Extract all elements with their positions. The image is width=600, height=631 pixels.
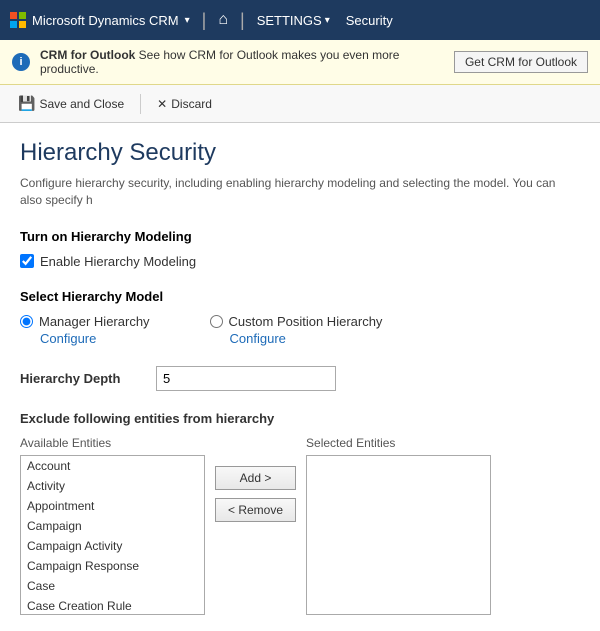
selected-entities-listbox[interactable] (306, 455, 491, 615)
action-buttons: Add > < Remove (215, 436, 296, 522)
available-entities-list: Account Activity Appointment Campaign Ca… (21, 456, 204, 615)
entities-container: Available Entities Account Activity Appo… (20, 436, 580, 615)
nav-divider-1: | (202, 10, 207, 31)
available-entities-wrapper: Available Entities Account Activity Appo… (20, 436, 205, 615)
entity-item-campaign-response[interactable]: Campaign Response (21, 556, 204, 576)
crm-banner-text: CRM for Outlook See how CRM for Outlook … (40, 48, 444, 76)
manager-hierarchy-label[interactable]: Manager Hierarchy (39, 314, 150, 329)
toolbar-separator (140, 94, 141, 114)
page-description: Configure hierarchy security, including … (20, 175, 580, 209)
radio-group: Manager Hierarchy Configure Custom Posit… (20, 314, 580, 346)
manager-hierarchy-row: Manager Hierarchy (20, 314, 150, 329)
hierarchy-depth-label: Hierarchy Depth (20, 371, 140, 386)
nav-logo[interactable]: Microsoft Dynamics CRM ▾ (10, 12, 190, 28)
entity-item-case-creation-rule[interactable]: Case Creation Rule (21, 596, 204, 615)
nav-settings-chevron: ▾ (325, 15, 330, 26)
page-title: Hierarchy Security (20, 139, 580, 167)
entity-item-appointment[interactable]: Appointment (21, 496, 204, 516)
nav-home-button[interactable]: ⌂ (218, 11, 228, 29)
selected-entities-wrapper: Selected Entities (306, 436, 491, 615)
enable-hierarchy-row: Enable Hierarchy Modeling (20, 254, 580, 269)
available-entities-listbox[interactable]: Account Activity Appointment Campaign Ca… (20, 455, 205, 615)
hierarchy-depth-input[interactable] (156, 366, 336, 391)
entity-item-account[interactable]: Account (21, 456, 204, 476)
custom-position-radio[interactable] (210, 315, 223, 328)
nav-security-label: Security (346, 13, 393, 28)
nav-settings-menu[interactable]: SETTINGS ▾ (257, 13, 330, 28)
toolbar: 💾 Save and Close ✕ Discard (0, 85, 600, 123)
get-crm-outlook-button[interactable]: Get CRM for Outlook (454, 51, 588, 73)
nav-bar: Microsoft Dynamics CRM ▾ | ⌂ | SETTINGS … (0, 0, 600, 40)
entities-section-header: Exclude following entities from hierarch… (20, 411, 580, 426)
select-model-header: Select Hierarchy Model (20, 289, 580, 304)
info-icon: i (12, 53, 30, 71)
custom-position-row: Custom Position Hierarchy (210, 314, 383, 329)
entity-item-case[interactable]: Case (21, 576, 204, 596)
save-icon: 💾 (18, 95, 35, 112)
manager-configure-link[interactable]: Configure (40, 331, 150, 346)
entity-item-campaign-activity[interactable]: Campaign Activity (21, 536, 204, 556)
enable-hierarchy-label[interactable]: Enable Hierarchy Modeling (40, 254, 196, 269)
custom-configure-link[interactable]: Configure (230, 331, 383, 346)
custom-position-option: Custom Position Hierarchy Configure (210, 314, 383, 346)
save-and-close-button[interactable]: 💾 Save and Close (10, 91, 132, 116)
save-close-label: Save and Close (39, 97, 124, 111)
manager-hierarchy-radio[interactable] (20, 315, 33, 328)
enable-hierarchy-checkbox[interactable] (20, 254, 34, 268)
custom-position-label[interactable]: Custom Position Hierarchy (229, 314, 383, 329)
crm-banner: i CRM for Outlook See how CRM for Outloo… (0, 40, 600, 85)
hierarchy-modeling-header: Turn on Hierarchy Modeling (20, 229, 580, 244)
discard-label: Discard (171, 97, 212, 111)
nav-logo-chevron[interactable]: ▾ (185, 15, 190, 26)
discard-icon: ✕ (157, 97, 167, 111)
add-button[interactable]: Add > (215, 466, 296, 490)
hierarchy-depth-row: Hierarchy Depth (20, 366, 580, 391)
entity-item-activity[interactable]: Activity (21, 476, 204, 496)
selected-entities-label: Selected Entities (306, 436, 491, 450)
nav-settings-label: SETTINGS (257, 13, 322, 28)
remove-button[interactable]: < Remove (215, 498, 296, 522)
nav-divider-2: | (240, 10, 245, 31)
discard-button[interactable]: ✕ Discard (149, 93, 220, 115)
main-content: Hierarchy Security Configure hierarchy s… (0, 123, 600, 631)
nav-logo-text: Microsoft Dynamics CRM (32, 13, 179, 28)
available-entities-label: Available Entities (20, 436, 205, 450)
entity-item-campaign[interactable]: Campaign (21, 516, 204, 536)
manager-hierarchy-option: Manager Hierarchy Configure (20, 314, 150, 346)
ms-logo-icon (10, 12, 26, 28)
